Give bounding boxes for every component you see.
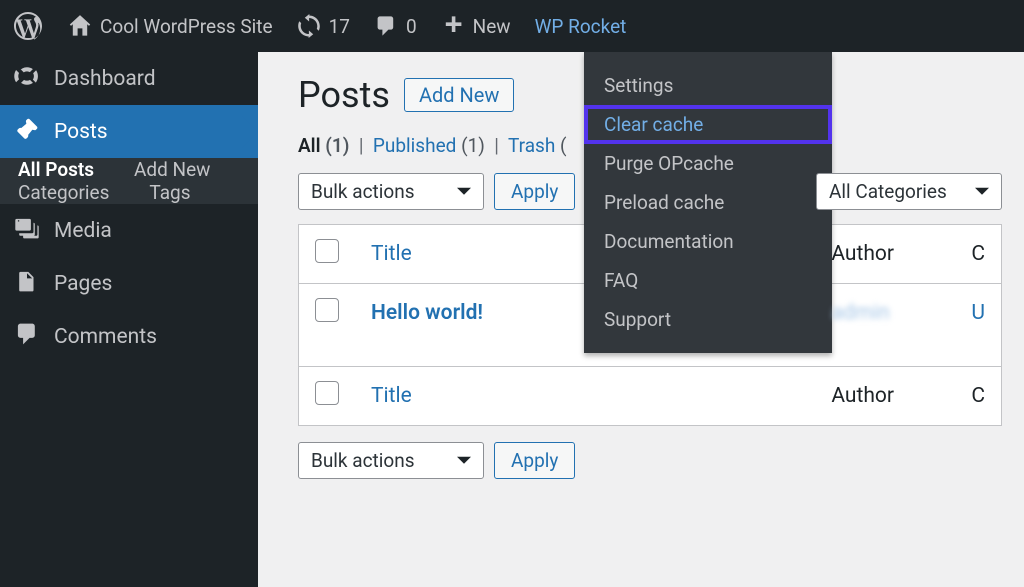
select-all-checkbox-bottom[interactable] (315, 381, 339, 405)
admin-bar: Cool WordPress Site 17 0 New WP Rocket (0, 0, 1024, 52)
dropdown-faq[interactable]: FAQ (584, 261, 832, 300)
updates-count: 17 (329, 15, 350, 38)
wprocket-dropdown: Settings Clear cache Purge OPcache Prelo… (584, 52, 832, 353)
filter-published[interactable]: Published (1) (373, 134, 485, 157)
update-icon (297, 14, 321, 38)
dropdown-settings[interactable]: Settings (584, 66, 832, 105)
wprocket-label: WP Rocket (535, 15, 627, 38)
menu-dashboard-label: Dashboard (54, 67, 156, 91)
pages-icon (14, 268, 40, 300)
col-categories-bottom[interactable]: C (955, 367, 1001, 426)
dropdown-documentation[interactable]: Documentation (584, 222, 832, 261)
comments-link[interactable]: 0 (362, 0, 429, 52)
menu-dashboard[interactable]: Dashboard (0, 52, 258, 105)
menu-media[interactable]: Media (0, 204, 258, 257)
pin-icon (14, 116, 40, 148)
apply-button-bottom[interactable]: Apply (494, 442, 575, 479)
post-author[interactable]: admin (831, 301, 889, 325)
dashboard-icon (14, 63, 40, 95)
posts-submenu: All Posts Add New Categories Tags (0, 158, 258, 204)
col-author-bottom[interactable]: Author (815, 367, 955, 426)
select-all-checkbox[interactable] (315, 239, 339, 263)
menu-comments[interactable]: Comments (0, 310, 258, 363)
dropdown-clear-cache[interactable]: Clear cache (584, 105, 832, 144)
new-label: New (473, 15, 511, 38)
col-author[interactable]: Author (815, 225, 955, 284)
wprocket-menu[interactable]: WP Rocket (523, 0, 639, 52)
bottom-controls: Bulk actions Apply (298, 442, 1002, 479)
site-name-link[interactable]: Cool WordPress Site (56, 0, 285, 52)
menu-comments-label: Comments (54, 325, 157, 349)
comment-icon (374, 14, 398, 38)
col-title-bottom[interactable]: Title (355, 367, 815, 426)
post-category[interactable]: U (955, 284, 1001, 367)
site-name: Cool WordPress Site (100, 15, 273, 38)
filter-all[interactable]: All (1) (298, 134, 349, 157)
comments-count: 0 (406, 15, 417, 38)
menu-posts-label: Posts (54, 120, 108, 144)
col-categories[interactable]: C (955, 225, 1001, 284)
add-new-button[interactable]: Add New (404, 78, 514, 112)
media-icon (14, 215, 40, 247)
menu-pages[interactable]: Pages (0, 257, 258, 310)
menu-pages-label: Pages (54, 272, 112, 296)
menu-media-label: Media (54, 219, 112, 243)
wp-logo[interactable] (0, 0, 56, 52)
row-checkbox[interactable] (315, 298, 339, 322)
admin-sidebar: Dashboard Posts All Posts Add New Catego… (0, 52, 258, 587)
plus-icon (441, 14, 465, 38)
dropdown-preload-cache[interactable]: Preload cache (584, 183, 832, 222)
filter-trash[interactable]: Trash ( (508, 134, 567, 157)
updates-link[interactable]: 17 (285, 0, 362, 52)
page-title: Posts (298, 74, 390, 116)
home-icon (68, 14, 92, 38)
bulk-actions-select-bottom[interactable]: Bulk actions (298, 442, 484, 479)
dropdown-purge-opcache[interactable]: Purge OPcache (584, 144, 832, 183)
bulk-actions-select[interactable]: Bulk actions (298, 173, 484, 210)
menu-posts[interactable]: Posts (0, 105, 258, 158)
new-content-link[interactable]: New (429, 0, 523, 52)
comments-icon (14, 321, 40, 353)
post-title-link[interactable]: Hello world! (371, 301, 483, 325)
dropdown-support[interactable]: Support (584, 300, 832, 339)
apply-button-top[interactable]: Apply (494, 173, 575, 210)
categories-select[interactable]: All Categories (816, 173, 1002, 210)
wordpress-icon (14, 12, 42, 40)
